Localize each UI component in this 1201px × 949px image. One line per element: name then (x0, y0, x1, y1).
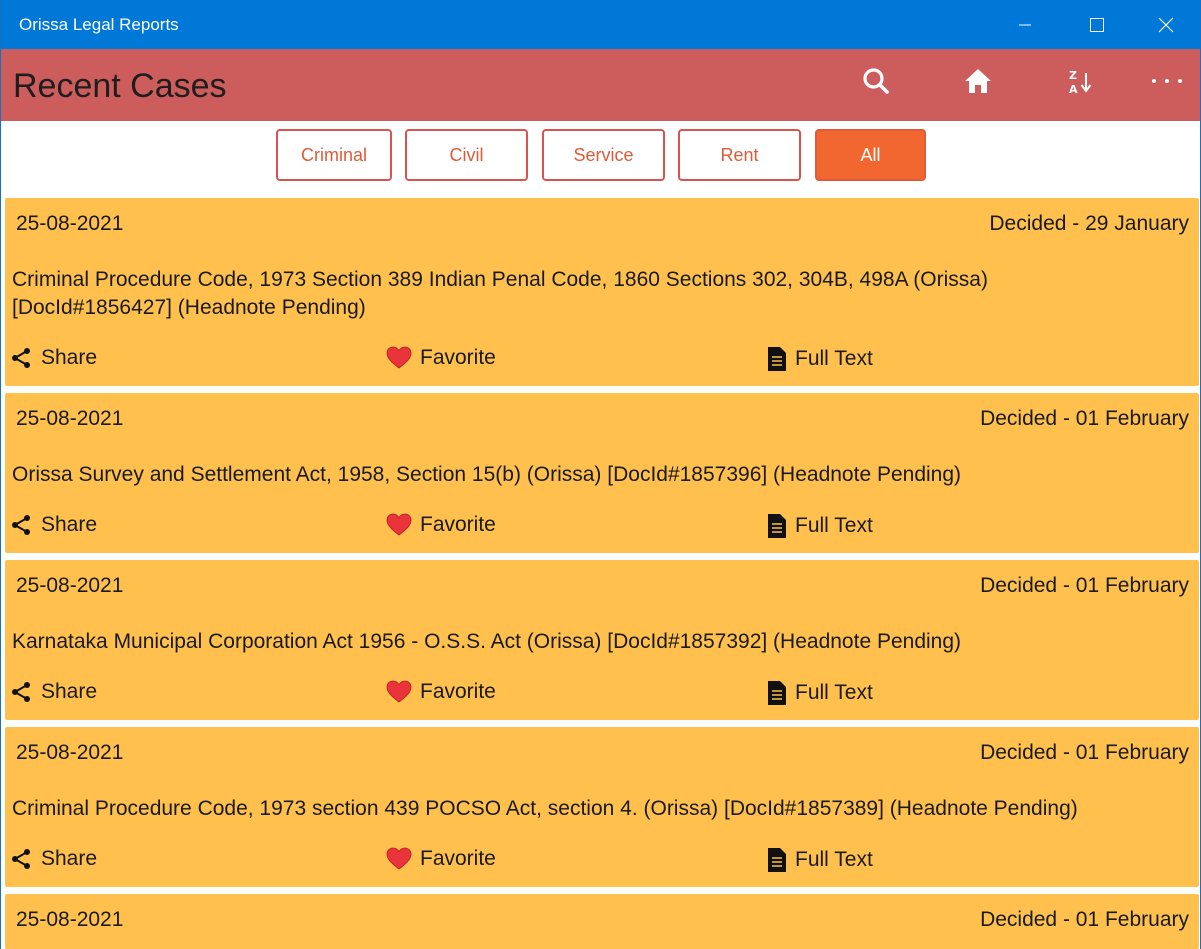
filter-rent-button[interactable]: Rent (678, 129, 801, 181)
case-card[interactable]: 25-08-2021 Decided - 01 February Karnata… (5, 560, 1199, 720)
share-button[interactable]: Share (9, 847, 97, 871)
case-date: 25-08-2021 (16, 741, 124, 764)
category-filter-bar: Criminal Civil Service Rent All (1, 121, 1200, 193)
case-decided-date: Decided - 01 February (980, 574, 1189, 597)
case-card[interactable]: 25-08-2021 Decided - 01 February Orissa … (5, 393, 1199, 553)
share-icon (12, 849, 30, 869)
case-date: 25-08-2021 (16, 212, 124, 235)
full-text-button[interactable]: Full Text (767, 847, 873, 873)
case-card[interactable]: 25-08-2021 Decided - 29 January Criminal… (5, 198, 1199, 386)
favorite-label: Favorite (420, 847, 496, 870)
document-icon (768, 848, 786, 872)
more-icon (1152, 79, 1182, 83)
full-text-label: Full Text (795, 681, 873, 704)
favorite-label: Favorite (420, 680, 496, 703)
sort-button[interactable]: Z A (1054, 59, 1106, 103)
case-decided-date: Decided - 29 January (989, 212, 1189, 235)
full-text-button[interactable]: Full Text (767, 680, 873, 706)
favorite-label: Favorite (420, 513, 496, 536)
maximize-button[interactable] (1063, 0, 1131, 49)
share-label: Share (41, 680, 98, 703)
favorite-button[interactable]: Favorite (386, 513, 496, 537)
case-date: 25-08-2021 (16, 574, 124, 597)
minimize-button[interactable] (991, 0, 1059, 49)
share-button[interactable]: Share (9, 680, 97, 704)
case-decided-date: Decided - 01 February (980, 741, 1189, 764)
home-button[interactable] (952, 59, 1004, 103)
case-date: 25-08-2021 (16, 407, 124, 430)
minimize-icon (1019, 24, 1031, 25)
window-titlebar: Orissa Legal Reports (1, 0, 1200, 49)
heart-icon (386, 680, 412, 703)
app-header: Recent Cases Z A (1, 49, 1200, 121)
case-title: Karnataka Municipal Corporation Act 1956… (12, 630, 962, 653)
document-icon (768, 347, 786, 371)
case-title: Criminal Procedure Code, 1973 Section 38… (12, 268, 988, 319)
favorite-label: Favorite (420, 346, 496, 369)
case-decided-date: Decided - 01 February (980, 908, 1189, 931)
page-title: Recent Cases (13, 67, 227, 105)
share-button[interactable]: Share (9, 346, 97, 370)
share-label: Share (41, 513, 98, 536)
close-button[interactable] (1132, 0, 1200, 49)
favorite-button[interactable]: Favorite (386, 680, 496, 704)
heart-icon (386, 847, 412, 870)
share-button[interactable]: Share (9, 513, 97, 537)
maximize-icon (1090, 17, 1104, 32)
svg-text:A: A (1069, 83, 1078, 96)
case-date: 25-08-2021 (16, 908, 124, 931)
case-card[interactable]: 25-08-2021 Decided - 01 February Crimina… (5, 727, 1199, 887)
home-icon (965, 69, 991, 93)
favorite-button[interactable]: Favorite (386, 346, 496, 370)
case-title: Orissa Survey and Settlement Act, 1958, … (12, 463, 962, 486)
close-icon (1158, 17, 1174, 32)
share-icon (12, 348, 30, 368)
window-title: Orissa Legal Reports (19, 15, 179, 34)
sort-az-icon: Z A (1069, 69, 1092, 96)
heart-icon (386, 346, 412, 369)
search-button[interactable] (850, 59, 902, 103)
filter-criminal-button[interactable]: Criminal (276, 129, 392, 181)
share-icon (12, 515, 30, 535)
favorite-button[interactable]: Favorite (386, 847, 496, 871)
full-text-button[interactable]: Full Text (767, 513, 873, 539)
document-icon (768, 514, 786, 538)
share-label: Share (41, 847, 98, 870)
case-title: Criminal Procedure Code, 1973 section 43… (12, 797, 1078, 820)
full-text-label: Full Text (795, 347, 873, 370)
document-icon (768, 681, 786, 705)
filter-all-button[interactable]: All (815, 129, 926, 181)
case-card[interactable]: 25-08-2021 Decided - 01 February (5, 894, 1199, 949)
share-icon (12, 682, 30, 702)
full-text-button[interactable]: Full Text (767, 346, 873, 372)
full-text-label: Full Text (795, 514, 873, 537)
filter-civil-button[interactable]: Civil (405, 129, 528, 181)
share-label: Share (41, 346, 98, 369)
full-text-label: Full Text (795, 848, 873, 871)
svg-text:Z: Z (1069, 69, 1077, 82)
heart-icon (386, 513, 412, 536)
search-icon (863, 68, 889, 94)
more-button[interactable] (1141, 59, 1193, 103)
filter-service-button[interactable]: Service (542, 129, 665, 181)
case-decided-date: Decided - 01 February (980, 407, 1189, 430)
